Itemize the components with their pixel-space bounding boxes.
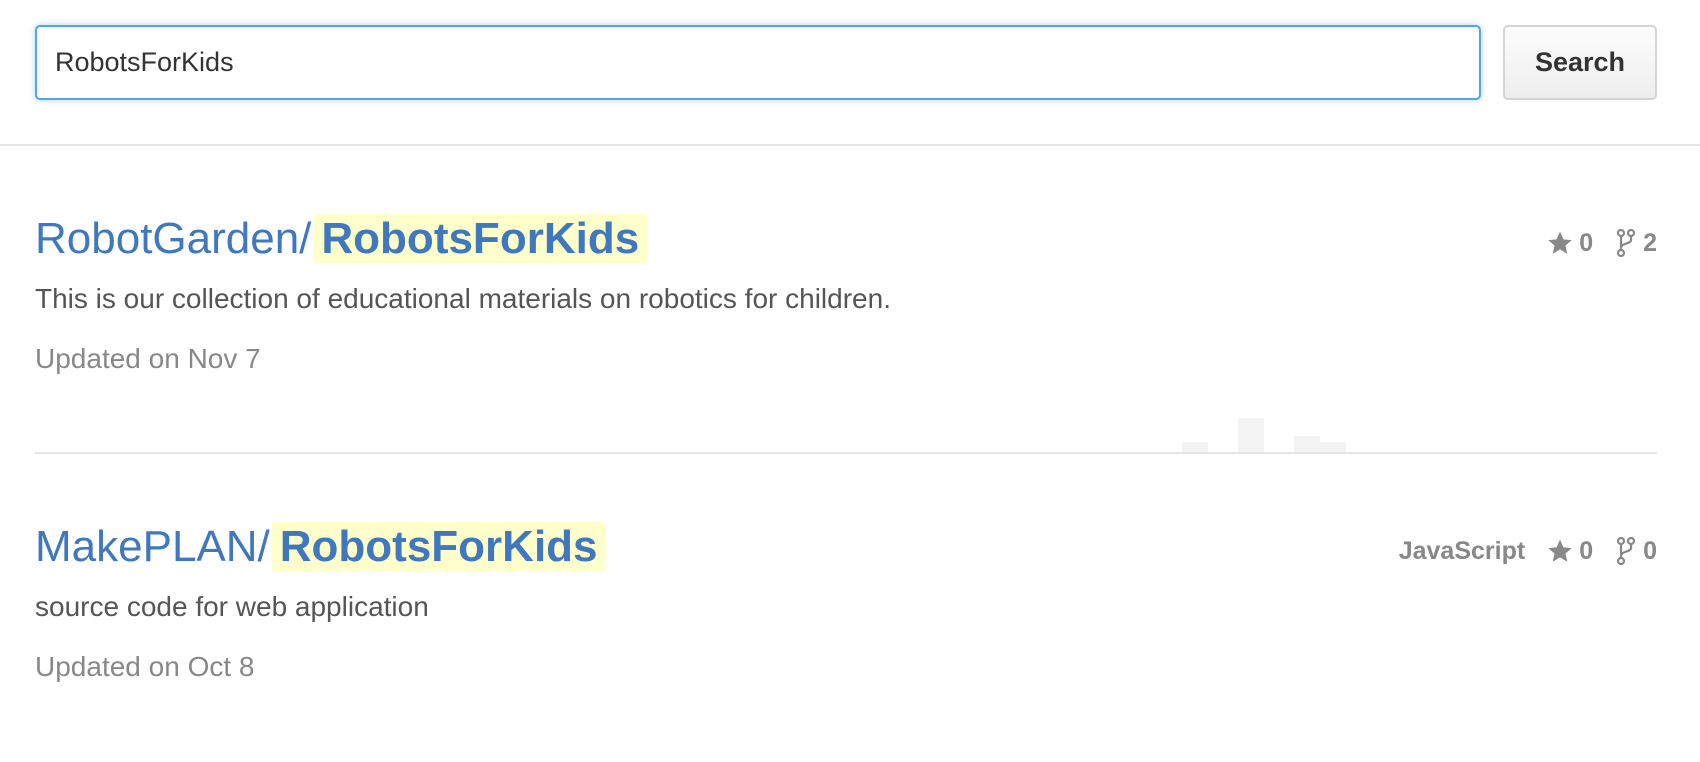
repo-result: RobotGarden/RobotsForKids 0 2 This is ou… <box>35 146 1657 454</box>
repo-description: This is our collection of educational ma… <box>35 283 891 314</box>
forks-link[interactable]: 2 <box>1615 229 1657 258</box>
forks-link[interactable]: 0 <box>1615 537 1657 566</box>
search-results: RobotGarden/RobotsForKids 0 2 This is ou… <box>35 146 1657 762</box>
repo-language: JavaScript <box>1398 536 1526 565</box>
search-button[interactable]: Search <box>1503 25 1657 100</box>
repo-owner: RobotGarden/ <box>35 214 312 263</box>
star-icon <box>1548 539 1572 562</box>
star-icon <box>1548 231 1572 254</box>
stars-link[interactable]: 0 <box>1547 537 1593 566</box>
activity-graph <box>1182 418 1346 452</box>
repo-result: MakePLAN/RobotsForKids JavaScript 0 0 so <box>35 454 1657 762</box>
repo-updated: Updated on Nov 7 <box>35 343 261 374</box>
repo-meta: 0 2 <box>1547 226 1657 260</box>
fork-icon <box>1616 229 1636 257</box>
search-input[interactable] <box>35 25 1481 100</box>
repo-owner: MakePLAN/ <box>35 522 270 571</box>
fork-icon <box>1616 537 1636 565</box>
repo-link[interactable]: MakePLAN/RobotsForKids <box>35 517 606 577</box>
repo-description: source code for web application <box>35 591 429 622</box>
search-bar: Search <box>0 0 1700 146</box>
repo-name-highlight: RobotsForKids <box>313 214 648 263</box>
repo-meta: JavaScript 0 0 <box>1399 534 1657 568</box>
star-count: 0 <box>1579 536 1594 565</box>
fork-count: 0 <box>1643 536 1657 565</box>
stars-link[interactable]: 0 <box>1547 229 1593 258</box>
repo-link[interactable]: RobotGarden/RobotsForKids <box>35 209 648 269</box>
repo-updated: Updated on Oct 8 <box>35 651 255 682</box>
repo-name-highlight: RobotsForKids <box>271 522 606 571</box>
star-count: 0 <box>1579 228 1594 257</box>
fork-count: 2 <box>1643 228 1657 257</box>
